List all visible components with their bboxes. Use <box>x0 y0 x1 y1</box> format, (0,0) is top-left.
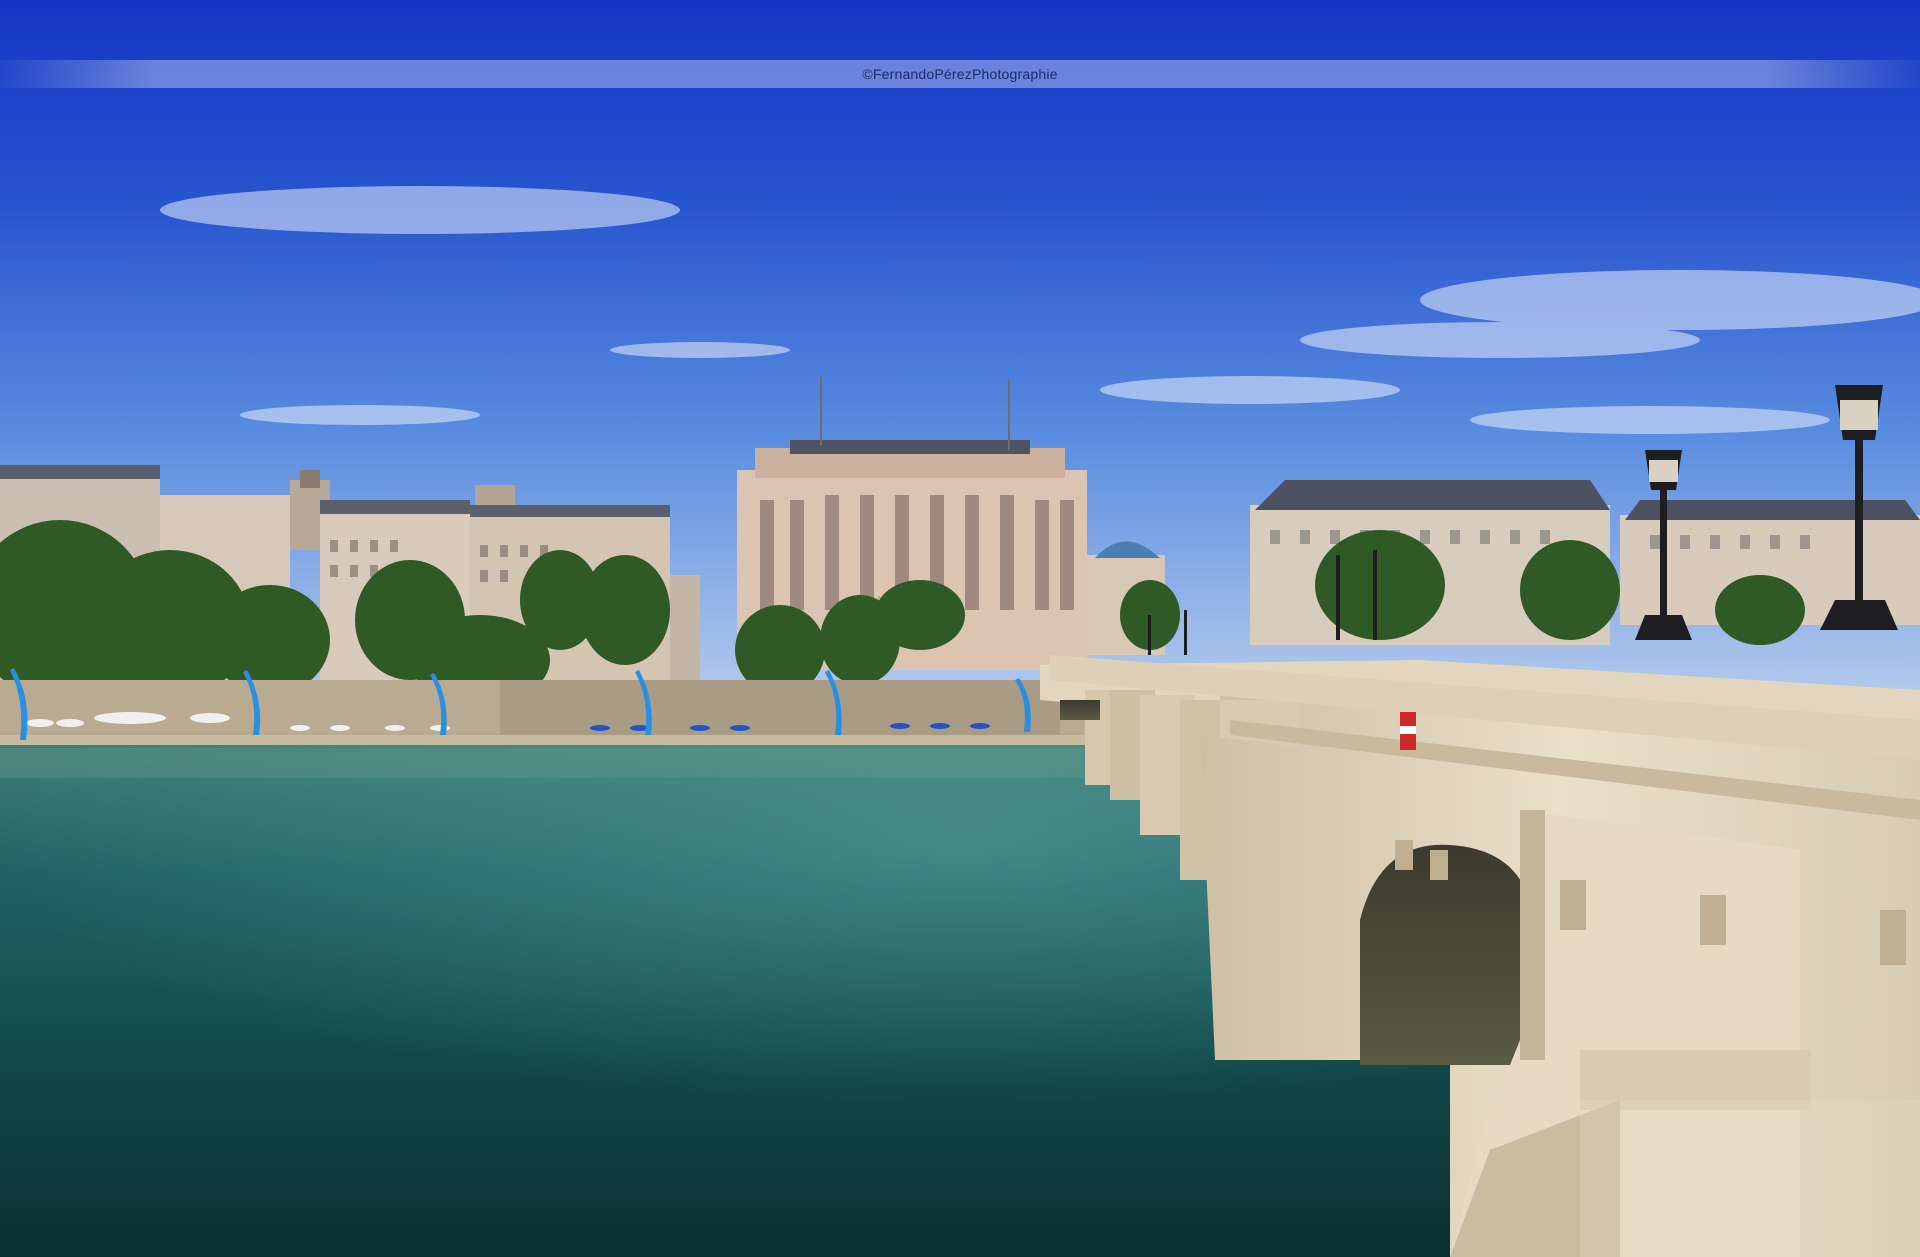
photographer-watermark: ©FernandoPérezPhotographie <box>862 66 1058 82</box>
watermark-banner: ©FernandoPérezPhotographie <box>0 60 1920 88</box>
landscape-photo: SAMARITAINE <box>0 0 1920 1257</box>
photo-scene: SAMARITAINE <box>0 0 1920 1257</box>
